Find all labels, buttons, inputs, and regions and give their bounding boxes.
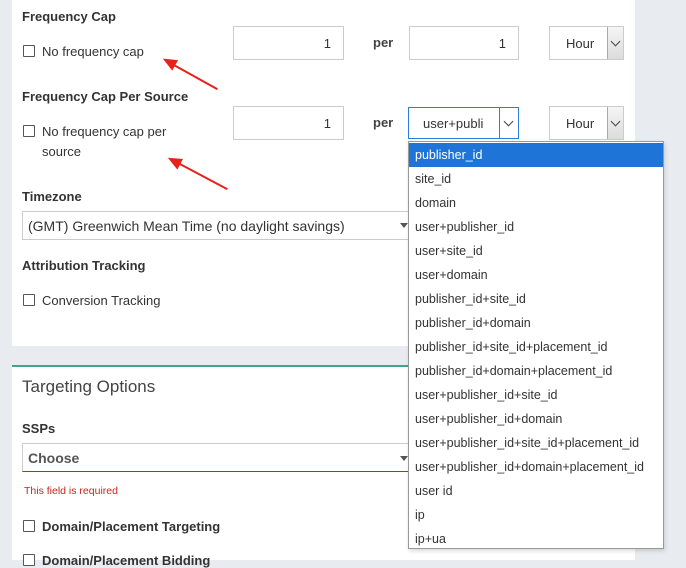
domain-targeting-label: Domain/Placement Targeting — [42, 519, 221, 534]
frequency-cap-title: Frequency Cap — [22, 9, 116, 24]
dropdown-option[interactable]: publisher_id+domain — [409, 311, 663, 335]
source-type-dropdown-button[interactable] — [499, 108, 518, 138]
conversion-tracking-checkbox[interactable] — [23, 294, 35, 306]
ssps-select[interactable]: Choose — [22, 443, 414, 472]
dropdown-option[interactable]: publisher_id+domain+placement_id — [409, 359, 663, 383]
frequency-cap-source-unit-select[interactable]: Hour — [549, 106, 624, 140]
dropdown-option[interactable]: domain — [409, 191, 663, 215]
dropdown-option[interactable]: publisher_id+site_id — [409, 287, 663, 311]
timezone-select[interactable]: (GMT) Greenwich Mean Time (no daylight s… — [22, 211, 414, 240]
chevron-down-icon — [610, 36, 621, 47]
frequency-cap-unit-button[interactable] — [607, 27, 623, 59]
no-frequency-cap-source-checkbox[interactable] — [23, 125, 35, 137]
timezone-value: (GMT) Greenwich Mean Time (no daylight s… — [28, 218, 345, 234]
frequency-cap-count-input[interactable]: 1 — [233, 26, 344, 60]
dropdown-option[interactable]: ip+ua — [409, 527, 663, 551]
dropdown-option[interactable]: publisher_id — [409, 143, 663, 167]
domain-bidding-label: Domain/Placement Bidding — [42, 553, 211, 568]
timezone-title: Timezone — [22, 189, 82, 204]
dropdown-option[interactable]: publisher_id+site_id+placement_id — [409, 335, 663, 359]
frequency-cap-per-input[interactable]: 1 — [409, 26, 519, 60]
dropdown-option[interactable]: user+publisher_id+domain+placement_id — [409, 455, 663, 479]
ssps-label: SSPs — [22, 421, 56, 436]
source-type-select[interactable]: user+publi — [408, 107, 519, 139]
conversion-tracking-label: Conversion Tracking — [42, 293, 161, 308]
frequency-cap-source-unit-value: Hour — [566, 116, 595, 131]
dropdown-option[interactable]: user+domain — [409, 263, 663, 287]
frequency-cap-unit-select[interactable]: Hour — [549, 26, 624, 60]
domain-targeting-checkbox[interactable] — [23, 520, 35, 532]
ssps-placeholder: Choose — [28, 450, 80, 466]
no-frequency-cap-label: No frequency cap — [42, 44, 144, 59]
frequency-cap-per-label: per — [373, 35, 394, 50]
frequency-cap-source-count-input[interactable]: 1 — [233, 106, 344, 140]
ssps-error-message: This field is required — [24, 485, 118, 497]
dropdown-option[interactable]: user id — [409, 479, 663, 503]
domain-bidding-checkbox[interactable] — [23, 554, 35, 566]
dropdown-option[interactable]: user+publisher_id+domain — [409, 407, 663, 431]
frequency-cap-source-unit-button[interactable] — [607, 107, 623, 139]
source-type-dropdown-list: publisher_id site_id domain user+publisher_… — [408, 141, 664, 549]
dropdown-option[interactable]: site_id — [409, 167, 663, 191]
dropdown-option[interactable]: user+site_id — [409, 239, 663, 263]
no-frequency-cap-checkbox[interactable] — [23, 45, 35, 57]
targeting-options-title: Targeting Options — [22, 377, 156, 396]
no-frequency-cap-source-label-line2: source — [42, 144, 82, 159]
frequency-cap-unit-value: Hour — [566, 36, 595, 51]
caret-down-icon — [400, 456, 408, 461]
frequency-cap-source-per-label: per — [373, 115, 394, 130]
source-type-value: user+publi — [423, 116, 484, 131]
no-frequency-cap-source-label-line1: No frequency cap per — [42, 124, 167, 139]
dropdown-option[interactable]: user+publisher_id+site_id+placement_id — [409, 431, 663, 455]
dropdown-option[interactable]: user+publisher_id — [409, 215, 663, 239]
chevron-down-icon — [610, 116, 621, 127]
caret-down-icon — [400, 223, 408, 228]
dropdown-option[interactable]: ip — [409, 503, 663, 527]
dropdown-option[interactable]: user+publisher_id+site_id — [409, 383, 663, 407]
chevron-down-icon — [503, 116, 514, 127]
frequency-cap-source-title: Frequency Cap Per Source — [22, 89, 189, 104]
attribution-tracking-title: Attribution Tracking — [22, 258, 146, 273]
